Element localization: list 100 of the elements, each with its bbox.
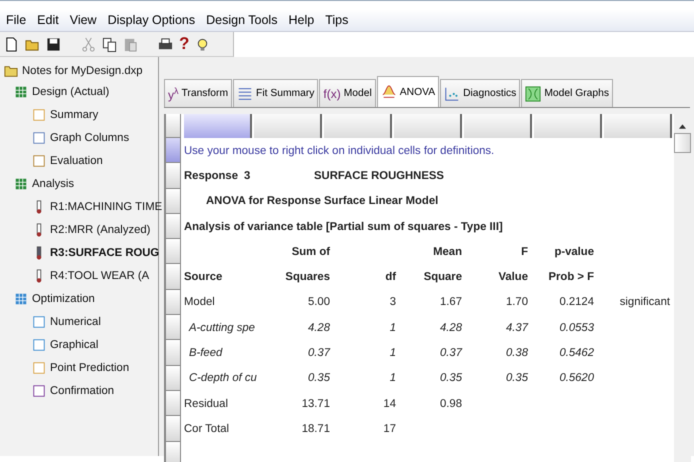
tree-item[interactable]: Notes for MyDesign.dxp: [22, 65, 143, 77]
tree-item[interactable]: Analysis: [32, 178, 74, 190]
menu-item[interactable]: View: [70, 13, 97, 27]
response-label: Response: [184, 170, 239, 182]
table-cell: 14: [383, 398, 396, 410]
tab[interactable]: Fit Summary: [233, 79, 318, 107]
response-number: 3: [244, 170, 252, 182]
hint-text: Use your mouse to right click on individual cells for definitions.: [184, 144, 494, 157]
column-header[interactable]: [604, 114, 672, 138]
tree-item[interactable]: Evaluation: [50, 154, 103, 166]
printer-icon[interactable]: [158, 36, 173, 52]
column-heading: Value: [498, 271, 528, 284]
help-button[interactable]: ?: [179, 34, 190, 54]
table-cell: 3: [390, 296, 396, 308]
menu-item[interactable]: Design Tools: [206, 13, 278, 27]
table-cell: 18.71: [302, 422, 330, 435]
scrollbar-thumb[interactable]: [674, 133, 691, 153]
tree-item[interactable]: Point Prediction: [50, 362, 130, 374]
column-header[interactable]: [254, 114, 322, 138]
menu-item[interactable]: Help: [288, 13, 314, 27]
column-heading: p-value: [554, 246, 594, 258]
document-icon: [32, 384, 46, 398]
tab[interactable]: Model Graphs: [521, 79, 613, 107]
tree-item[interactable]: Optimization: [32, 292, 95, 304]
row-header[interactable]: [165, 239, 181, 264]
column-header[interactable]: [394, 114, 462, 138]
document-icon: [32, 338, 46, 352]
table-cell: 1: [390, 372, 396, 384]
table-cell: 0.35: [440, 372, 462, 384]
row-header[interactable]: [165, 442, 181, 462]
tab[interactable]: f(x) Model: [319, 79, 376, 107]
document-icon: [32, 360, 46, 374]
grid-icon: [14, 84, 28, 98]
tab[interactable]: ANOVA: [376, 76, 440, 107]
row-header[interactable]: [165, 138, 181, 164]
table-cell: 4.28: [308, 322, 330, 334]
column-heading: df: [385, 271, 396, 284]
row-header[interactable]: [165, 366, 181, 391]
copy-icon[interactable]: [102, 36, 117, 52]
column-heading: F: [521, 246, 528, 258]
tree-item[interactable]: Confirmation: [50, 384, 114, 396]
row-header[interactable]: [165, 214, 181, 240]
anova-title: ANOVA for Response Surface Linear Model: [205, 195, 438, 208]
row-header[interactable]: [165, 340, 181, 366]
table-cell: 0.0553: [559, 322, 594, 334]
table-cell: 17: [383, 422, 396, 435]
column-heading: Source: [184, 271, 222, 284]
table-cell: 0.98: [440, 398, 462, 410]
column-heading: Sum of: [292, 246, 330, 258]
table-cell: C-depth of cu: [189, 372, 257, 384]
table-cell: 1: [390, 347, 396, 360]
save-icon[interactable]: [46, 36, 61, 52]
table-cell: Cor Total: [184, 422, 229, 435]
table-cell: 0.35: [308, 372, 330, 384]
row-header[interactable]: [165, 114, 181, 138]
grid-icon: [14, 176, 28, 190]
row-header[interactable]: [165, 163, 181, 189]
row-header[interactable]: [165, 264, 181, 290]
table-cell: 0.35: [506, 372, 528, 384]
column-header[interactable]: [464, 114, 532, 138]
table-cell: 0.37: [440, 347, 462, 360]
tree-item[interactable]: Design (Actual): [32, 86, 110, 98]
tree-item[interactable]: R2:MRR (Analyzed): [50, 224, 150, 236]
document-icon: [32, 154, 46, 168]
table-cell: 4.28: [440, 322, 462, 334]
tree-item[interactable]: Graph Columns: [50, 132, 130, 144]
menu-item[interactable]: Edit: [37, 13, 59, 27]
row-header[interactable]: [165, 188, 181, 214]
row-header[interactable]: [165, 315, 181, 340]
column-header[interactable]: [534, 114, 602, 138]
column-header[interactable]: [184, 114, 252, 138]
menu-item[interactable]: Tips: [325, 13, 348, 27]
surface-icon: [525, 86, 542, 102]
row-header[interactable]: [165, 390, 181, 416]
row-header[interactable]: [165, 290, 181, 316]
tree-item[interactable]: Graphical: [50, 338, 98, 350]
table-cell: 0.38: [506, 347, 528, 360]
table-cell: 0.5620: [559, 372, 594, 384]
menu-item[interactable]: File: [6, 13, 26, 27]
row-header[interactable]: [165, 416, 181, 442]
tree-item[interactable]: Summary: [50, 108, 98, 120]
tab[interactable]: y$^{λ}$ Transform: [164, 79, 232, 107]
tab[interactable]: Diagnostics: [440, 79, 520, 107]
column-header[interactable]: [324, 114, 392, 138]
document-icon: [32, 108, 46, 122]
cut-icon[interactable]: [81, 36, 96, 52]
scroll-up-arrow-icon[interactable]: [679, 124, 686, 129]
table-cell: 1: [390, 322, 396, 334]
new-file-icon[interactable]: [4, 36, 19, 52]
table-cell: 1.70: [506, 296, 528, 308]
response-name: SURFACE ROUGHNESS: [314, 170, 444, 182]
table-cell: B-feed: [189, 347, 222, 360]
tree-item[interactable]: R4:TOOL WEAR (A: [50, 270, 150, 282]
menu-item[interactable]: Display Options: [108, 13, 196, 27]
paste-icon[interactable]: [123, 36, 138, 52]
curve-icon: [380, 84, 397, 100]
tree-item[interactable]: R1:MACHINING TIME: [50, 200, 162, 212]
column-heading: Mean: [433, 246, 462, 258]
tree-item[interactable]: Numerical: [50, 316, 101, 328]
tree-item[interactable]: R3:SURFACE ROUG: [50, 246, 160, 258]
